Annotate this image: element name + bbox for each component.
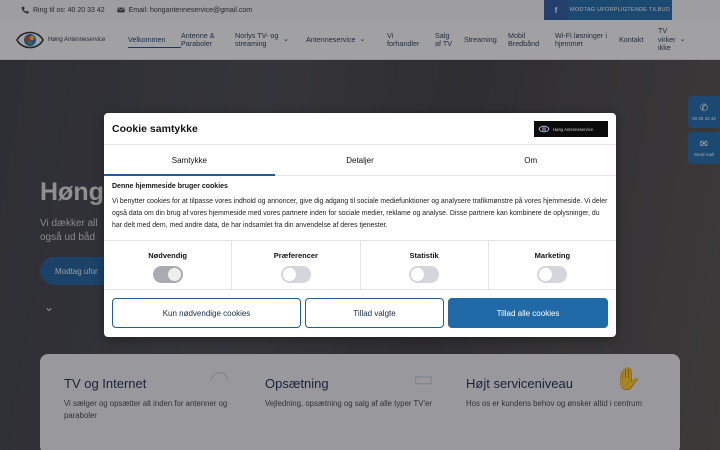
preferences-switch[interactable] — [280, 266, 311, 283]
allow-selected-button[interactable]: Tillad valgte — [305, 298, 444, 328]
necessary-switch — [152, 266, 183, 283]
cookie-dialog-header: Cookie samtykke Høng Antenneservice — [104, 113, 616, 145]
necessary-only-button[interactable]: Kun nødvendige cookies — [112, 298, 301, 328]
cookie-dialog: Cookie samtykke Høng Antenneservice Samt… — [104, 113, 616, 337]
allow-all-button[interactable]: Tillad alle cookies — [448, 298, 608, 328]
toggle-preferences: Præferencer — [231, 241, 359, 289]
cookie-toggles: Nødvendig Præferencer Statistik Marketin… — [104, 240, 616, 290]
tab-detaljer[interactable]: Detaljer — [275, 146, 446, 175]
cookie-body: Denne hjemmeside bruger cookies Vi benyt… — [112, 183, 610, 232]
toggle-necessary: Nødvendig — [104, 241, 231, 289]
cookie-buttons: Kun nødvendige cookies Tillad valgte Til… — [112, 298, 608, 328]
toggle-statistics: Statistik — [359, 241, 488, 289]
cookie-text: Vi benytter cookies for at tilpasse vore… — [112, 198, 608, 229]
toggle-marketing: Marketing — [487, 241, 616, 289]
cookie-tabs: Samtykke Detaljer Om — [104, 146, 616, 176]
eye-logo-icon — [538, 125, 550, 133]
statistics-switch[interactable] — [409, 266, 440, 283]
cookie-heading: Denne hjemmeside bruger cookies — [112, 183, 228, 190]
cookie-dialog-logo: Høng Antenneservice — [534, 121, 608, 137]
tab-om[interactable]: Om — [445, 146, 616, 175]
cookie-dialog-title: Cookie samtykke — [112, 123, 198, 135]
tab-samtykke[interactable]: Samtykke — [104, 146, 275, 176]
marketing-switch[interactable] — [537, 266, 568, 283]
